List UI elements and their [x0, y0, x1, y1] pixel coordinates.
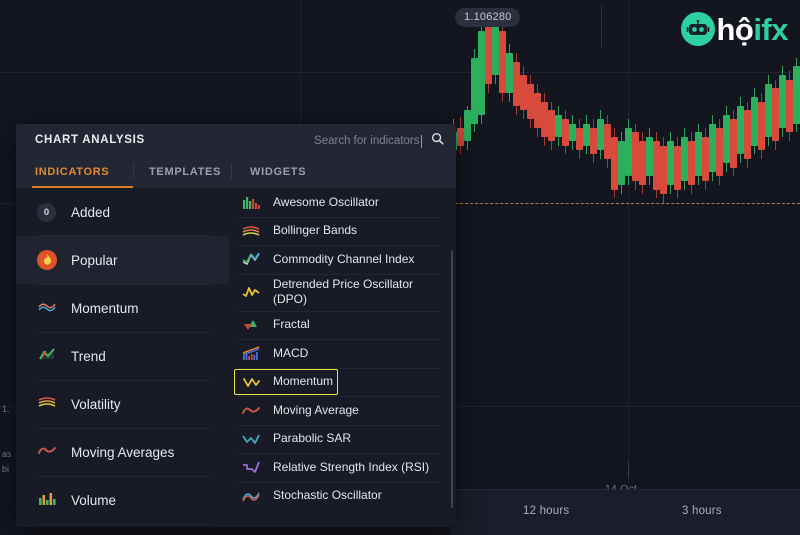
- category-item-volume[interactable]: Volume: [16, 476, 229, 524]
- price-scale-fragment: 1.: [2, 404, 10, 414]
- tab-divider: [133, 164, 134, 179]
- category-item-popular[interactable]: Popular: [16, 236, 229, 284]
- trading-platform-screen: 1.106280 14 Oct 1. as bi 12 hours 3 hour…: [0, 0, 800, 535]
- brand-logo-text-accent: ifx: [753, 11, 788, 47]
- momentum-icon: [238, 374, 264, 390]
- indicator-list-scrollbar[interactable]: [450, 250, 453, 508]
- indicator-item-bollinger-bands[interactable]: Bollinger Bands: [230, 216, 456, 246]
- momentum-waves-icon: [37, 298, 57, 319]
- count-badge-icon: 0: [37, 202, 56, 222]
- tab-divider: [231, 164, 232, 179]
- indicator-item-label: Moving Average: [273, 402, 359, 417]
- category-item-momentum[interactable]: Momentum: [16, 284, 229, 332]
- category-item-volatility[interactable]: Volatility: [16, 380, 229, 428]
- category-item-moving-averages[interactable]: Moving Averages: [16, 428, 229, 476]
- moving-average-curve-icon: [37, 442, 57, 463]
- indicator-list[interactable]: Awesome Oscillator Bollinger Bands Commodi…: [230, 188, 456, 527]
- chart-analysis-panel: CHART ANALYSIS INDICATORS TEMPLATES WIDG…: [16, 124, 456, 527]
- indicator-item-label: Commodity Channel Index: [273, 251, 415, 266]
- macd-icon: [238, 345, 264, 361]
- tab-templates[interactable]: TEMPLATES: [149, 166, 221, 178]
- moving-average-icon: [238, 402, 264, 418]
- brand-logo-text-primary: hộ: [716, 11, 754, 47]
- indicator-item-label: MACD: [273, 345, 309, 360]
- indicator-item-momentum[interactable]: Momentum: [230, 367, 456, 397]
- category-list[interactable]: 0 Added Popular Momentum Trend Volatility Movi…: [16, 188, 230, 527]
- brand-logo-text: hộifx: [716, 14, 788, 45]
- header-divider: [601, 6, 602, 48]
- indicator-item-commodity-channel-index[interactable]: Commodity Channel Index: [230, 245, 456, 274]
- panel-header: CHART ANALYSIS: [16, 124, 456, 157]
- indicator-item-label: Stochastic Oscillator: [273, 488, 382, 503]
- indicator-item-moving-average[interactable]: Moving Average: [230, 396, 456, 425]
- tab-indicators[interactable]: INDICATORS: [35, 166, 109, 178]
- indicator-item-label: Fractal: [273, 317, 310, 332]
- ask-label-fragment: as: [2, 449, 12, 459]
- volume-bars-icon: [37, 490, 57, 511]
- price-level-line: [450, 203, 800, 204]
- timeframe-bar[interactable]: 12 hours 3 hours: [450, 489, 800, 535]
- bollinger-bands-icon: [238, 223, 264, 239]
- indicator-item-parabolic-sar[interactable]: Parabolic SAR: [230, 424, 456, 454]
- category-item-label: Trend: [71, 348, 106, 364]
- category-item-trend[interactable]: Trend: [16, 332, 229, 380]
- panel-title: CHART ANALYSIS: [35, 134, 145, 146]
- indicator-item-detrended-price-oscillator-dpo[interactable]: Detrended Price Oscillator (DPO): [230, 273, 456, 311]
- indicator-item-label: Parabolic SAR: [273, 431, 352, 446]
- brand-logo[interactable]: hộifx: [681, 9, 788, 49]
- indicator-item-label: Bollinger Bands: [273, 223, 358, 238]
- rsi-icon: [238, 459, 264, 475]
- search-icon[interactable]: [431, 132, 444, 150]
- search-box[interactable]: [301, 132, 445, 150]
- indicator-item-macd[interactable]: MACD: [230, 339, 456, 368]
- indicator-item-label: Detrended Price Oscillator (DPO): [273, 277, 414, 306]
- detrended-price-oscillator-icon: [238, 284, 264, 300]
- timeframe-12-hours[interactable]: 12 hours: [523, 505, 569, 517]
- volatility-waves-icon: [37, 394, 57, 415]
- awesome-oscillator-icon: [238, 194, 264, 210]
- indicator-item-label: Awesome Oscillator: [273, 194, 379, 209]
- robot-face-icon: [681, 12, 716, 46]
- bid-label-fragment: bi: [2, 464, 10, 474]
- category-item-label: Moving Averages: [71, 444, 175, 460]
- flame-icon: [37, 250, 57, 270]
- category-item-other[interactable]: Other: [16, 524, 229, 527]
- category-item-label: Added: [71, 204, 111, 220]
- category-item-label: Volatility: [71, 396, 121, 412]
- category-item-label: Volume: [71, 492, 117, 508]
- indicator-item-relative-strength-index-rsi[interactable]: Relative Strength Index (RSI): [230, 453, 456, 482]
- time-axis-tick: [628, 462, 629, 478]
- category-item-label: Popular: [71, 252, 118, 268]
- search-input[interactable]: [301, 135, 420, 147]
- indicator-item-label: Momentum: [273, 374, 334, 389]
- indicator-item-stochastic-oscillator[interactable]: Stochastic Oscillator: [230, 481, 456, 511]
- tab-widgets[interactable]: WIDGETS: [250, 166, 306, 178]
- panel-tabs[interactable]: INDICATORS TEMPLATES WIDGETS: [16, 157, 456, 188]
- indicator-item-awesome-oscillator[interactable]: Awesome Oscillator: [230, 188, 456, 217]
- category-item-label: Momentum: [71, 300, 139, 316]
- text-cursor: [420, 134, 422, 148]
- fractal-icon: [238, 317, 264, 333]
- candlestick-series: [450, 13, 800, 458]
- price-tooltip: 1.106280: [455, 8, 521, 27]
- indicator-item-label: Relative Strength Index (RSI): [273, 459, 430, 474]
- commodity-channel-index-icon: [238, 251, 264, 267]
- trend-icon: [37, 346, 57, 367]
- parabolic-sar-icon: [238, 431, 264, 447]
- stochastic-oscillator-icon: [238, 488, 264, 504]
- indicator-item-fractal[interactable]: Fractal: [230, 310, 456, 340]
- timeframe-3-hours[interactable]: 3 hours: [682, 505, 722, 517]
- panel-body: 0 Added Popular Momentum Trend Volatility Movi…: [16, 188, 456, 527]
- category-item-added[interactable]: 0 Added: [16, 188, 229, 236]
